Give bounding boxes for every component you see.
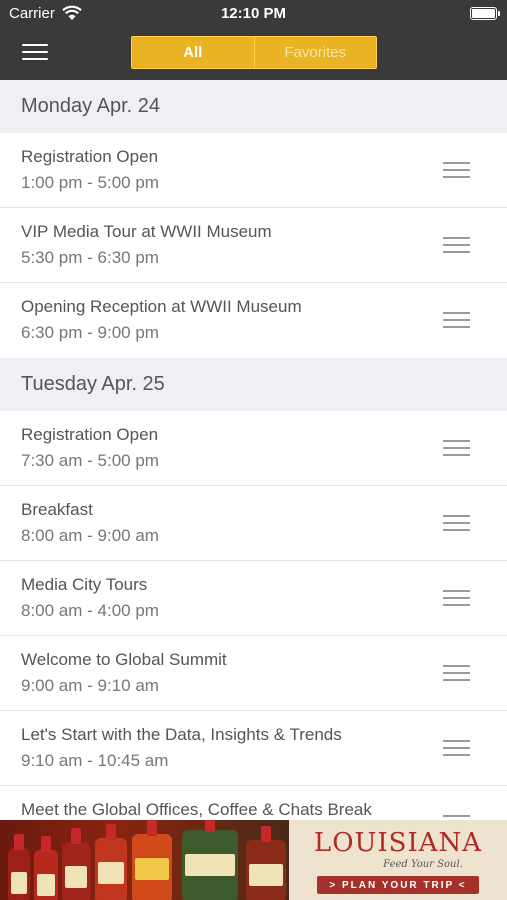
event-time: 6:30 pm - 9:00 pm: [21, 323, 159, 342]
event-title: Welcome to Global Summit: [21, 650, 227, 669]
reorder-handle-icon[interactable]: [443, 162, 470, 178]
reorder-handle-icon[interactable]: [443, 740, 470, 756]
tab-all[interactable]: All: [132, 37, 254, 68]
event-title: Registration Open: [21, 425, 159, 444]
louisiana-logo: LOUISIANA: [313, 828, 483, 858]
status-bar: Carrier 12:10 PM: [0, 0, 507, 27]
event-title: Media City Tours: [21, 575, 148, 594]
event-title: Let's Start with the Data, Insights & Tr…: [21, 725, 342, 744]
event-title: Registration Open: [21, 147, 159, 166]
nav-bar: All Favorites: [0, 27, 507, 80]
reorder-handle-icon[interactable]: [443, 665, 470, 681]
filter-segmented-control: All Favorites: [131, 36, 377, 69]
event-row[interactable]: Opening Reception at WWII Museum 6:30 pm…: [0, 283, 507, 358]
event-title: VIP Media Tour at WWII Museum: [21, 222, 272, 241]
event-time: 7:30 am - 5:00 pm: [21, 451, 159, 470]
event-row[interactable]: Registration Open 7:30 am - 5:00 pm: [0, 411, 507, 486]
hot-sauce-bottles-image: [0, 820, 289, 900]
tab-favorites[interactable]: Favorites: [253, 37, 376, 68]
plan-your-trip-button[interactable]: > PLAN YOUR TRIP <: [317, 876, 479, 894]
ad-banner[interactable]: LOUISIANA Feed Your Soul. > PLAN YOUR TR…: [0, 820, 507, 900]
event-title: Breakfast: [21, 500, 93, 519]
event-title: Meet the Global Offices, Coffee & Chats …: [21, 800, 372, 819]
event-time: 9:10 am - 10:45 am: [21, 751, 169, 770]
reorder-handle-icon[interactable]: [443, 590, 470, 606]
event-row[interactable]: Welcome to Global Summit 9:00 am - 9:10 …: [0, 636, 507, 711]
louisiana-ad[interactable]: LOUISIANA Feed Your Soul. > PLAN YOUR TR…: [289, 820, 507, 900]
event-row[interactable]: Registration Open 1:00 pm - 5:00 pm: [0, 133, 507, 208]
event-row[interactable]: Breakfast 8:00 am - 9:00 am: [0, 486, 507, 561]
day-header: Monday Apr. 24: [0, 80, 507, 133]
event-time: 8:00 am - 9:00 am: [21, 526, 159, 545]
event-time: 5:30 pm - 6:30 pm: [21, 248, 159, 267]
battery-icon: [470, 7, 500, 20]
event-row[interactable]: Media City Tours 8:00 am - 4:00 pm: [0, 561, 507, 636]
hamburger-menu-icon[interactable]: [22, 42, 48, 62]
event-time: 1:00 pm - 5:00 pm: [21, 173, 159, 192]
event-row[interactable]: Let's Start with the Data, Insights & Tr…: [0, 711, 507, 786]
event-time: 8:00 am - 4:00 pm: [21, 601, 159, 620]
event-row[interactable]: VIP Media Tour at WWII Museum 5:30 pm - …: [0, 208, 507, 283]
reorder-handle-icon[interactable]: [443, 515, 470, 531]
reorder-handle-icon[interactable]: [443, 312, 470, 328]
reorder-handle-icon[interactable]: [443, 237, 470, 253]
day-header: Tuesday Apr. 25: [0, 358, 507, 411]
ad-tagline: Feed Your Soul.: [383, 859, 463, 870]
event-title: Opening Reception at WWII Museum: [21, 297, 302, 316]
status-time: 12:10 PM: [220, 5, 287, 22]
reorder-handle-icon[interactable]: [443, 440, 470, 456]
event-time: 9:00 am - 9:10 am: [21, 676, 159, 695]
event-row[interactable]: Meet the Global Offices, Coffee & Chats …: [0, 786, 507, 820]
schedule-list[interactable]: Monday Apr. 24 Registration Open 1:00 pm…: [0, 80, 507, 820]
